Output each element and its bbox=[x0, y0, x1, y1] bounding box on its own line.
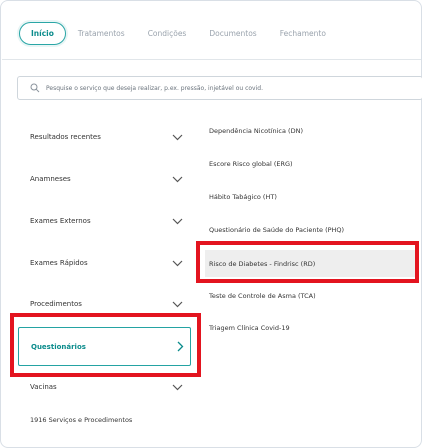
category-label: Exames Rápidos bbox=[30, 259, 88, 267]
tab-fechamento[interactable]: Fechamento bbox=[280, 29, 326, 38]
tab-inicio[interactable]: Início bbox=[19, 22, 66, 45]
search-input[interactable] bbox=[46, 84, 416, 92]
category-exames-rapidos[interactable]: Exames Rápidos bbox=[30, 255, 190, 271]
category-label: Anamneses bbox=[30, 175, 71, 183]
chevron-down-icon bbox=[172, 218, 183, 224]
category-label: Questionários bbox=[31, 342, 86, 351]
service-item[interactable]: Questionário de Saúde do Paciente (PHQ) bbox=[209, 226, 344, 234]
category-resultados-recentes[interactable]: Resultados recentes bbox=[30, 129, 190, 145]
tab-documentos[interactable]: Documentos bbox=[209, 29, 256, 38]
services-panel: Início Tratamentos Condições Documentos … bbox=[0, 0, 422, 448]
category-questionarios[interactable]: Questionários bbox=[18, 327, 191, 366]
category-label: Exames Externos bbox=[30, 217, 91, 225]
service-item[interactable]: Dependência Nicotínica (DN) bbox=[209, 127, 303, 135]
category-procedimentos[interactable]: Procedimentos bbox=[30, 296, 190, 312]
tab-divider bbox=[2, 59, 421, 60]
chevron-down-icon bbox=[172, 176, 183, 182]
category-label: Vacinas bbox=[30, 383, 57, 391]
search-box[interactable] bbox=[17, 76, 422, 100]
service-label: Risco de Diabetes - Findrisc (RD) bbox=[209, 259, 316, 268]
chevron-right-icon bbox=[177, 341, 184, 352]
service-item-selected[interactable]: Risco de Diabetes - Findrisc (RD) bbox=[205, 250, 415, 277]
chevron-down-icon bbox=[172, 301, 183, 307]
category-anamneses[interactable]: Anamneses bbox=[30, 171, 190, 187]
category-vacinas[interactable]: Vacinas bbox=[30, 379, 190, 395]
tab-tratamentos[interactable]: Tratamentos bbox=[78, 29, 125, 38]
service-item[interactable]: Escore Risco global (ERG) bbox=[209, 160, 293, 168]
tab-condicoes[interactable]: Condições bbox=[148, 29, 187, 38]
chevron-down-icon bbox=[172, 384, 183, 390]
chevron-down-icon bbox=[172, 134, 183, 140]
category-label: Resultados recentes bbox=[30, 133, 101, 141]
category-label: Procedimentos bbox=[30, 300, 82, 308]
services-count: 1916 Serviços e Procedimentos bbox=[30, 416, 133, 424]
tab-bar: Início Tratamentos Condições Documentos … bbox=[19, 22, 349, 45]
category-exames-externos[interactable]: Exames Externos bbox=[30, 213, 190, 229]
chevron-down-icon bbox=[172, 260, 183, 266]
search-icon bbox=[30, 83, 40, 93]
service-item[interactable]: Hábito Tabágico (HT) bbox=[209, 193, 277, 201]
service-item[interactable]: Teste de Controle de Asma (TCA) bbox=[209, 292, 316, 300]
service-item[interactable]: Triagem Clínica Covid-19 bbox=[209, 324, 290, 332]
